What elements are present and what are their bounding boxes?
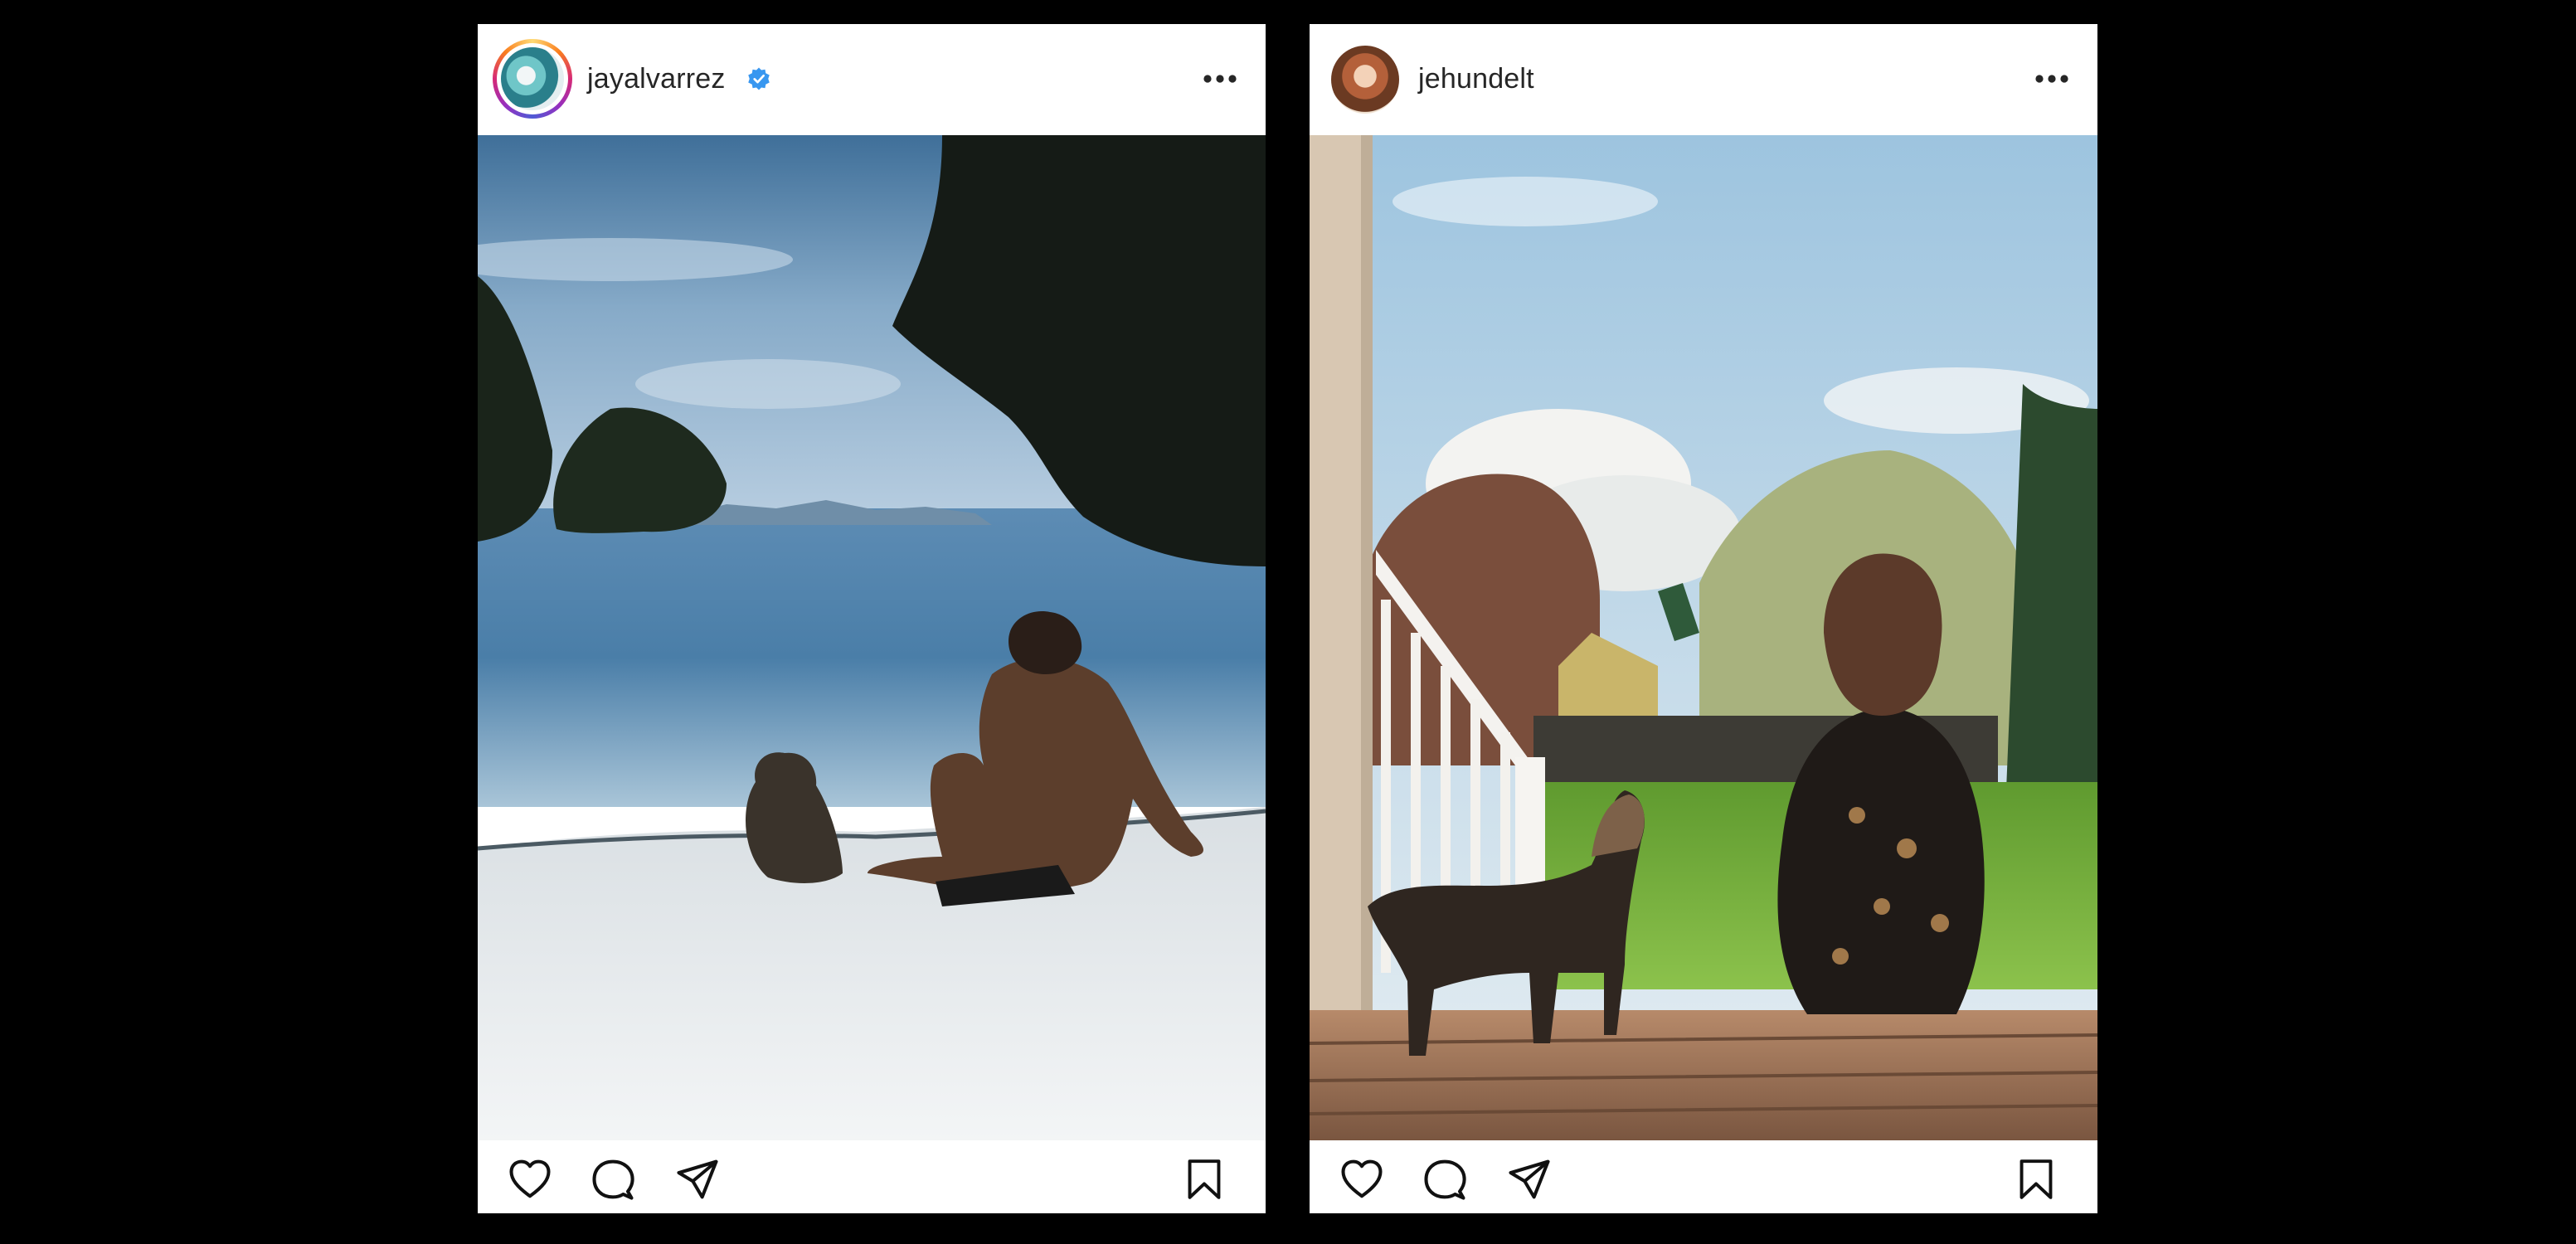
more-icon[interactable] [1203, 74, 1237, 84]
heart-icon[interactable] [1339, 1157, 1384, 1202]
comment-icon[interactable] [591, 1157, 635, 1202]
username[interactable]: jayalvarrez [587, 61, 726, 97]
bookmark-icon[interactable] [2016, 1157, 2056, 1202]
post-photo[interactable] [478, 135, 1266, 1140]
post-card: jayalvarrez [478, 24, 1266, 1213]
post-header: jayalvarrez [478, 24, 1266, 135]
username[interactable]: jehundelt [1418, 61, 1534, 97]
post-card: jehundelt [1310, 24, 2097, 1213]
post-actions [1310, 1140, 2097, 1213]
post-actions [478, 1140, 1266, 1213]
more-icon[interactable] [2034, 74, 2069, 84]
heart-icon[interactable] [508, 1157, 552, 1202]
comment-icon[interactable] [1422, 1157, 1467, 1202]
paper-plane-icon[interactable] [675, 1157, 720, 1202]
avatar[interactable] [1331, 46, 1399, 114]
avatar[interactable] [501, 47, 564, 110]
bookmark-icon[interactable] [1184, 1157, 1224, 1202]
post-header: jehundelt [1310, 24, 2097, 135]
verified-badge-icon [748, 67, 770, 90]
post-photo[interactable] [1310, 135, 2097, 1140]
paper-plane-icon[interactable] [1507, 1157, 1552, 1202]
